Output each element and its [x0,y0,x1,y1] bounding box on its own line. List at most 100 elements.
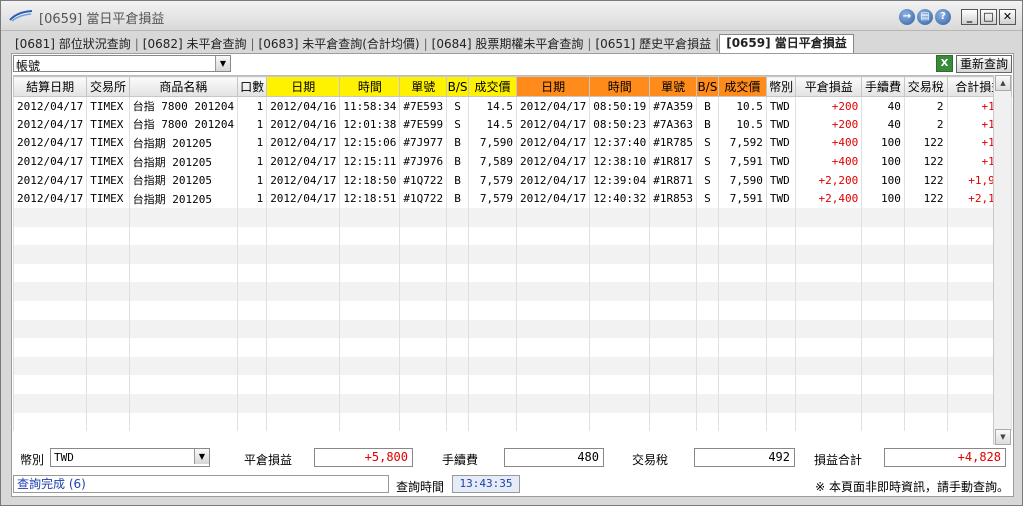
table-row[interactable] [13,375,1012,394]
table-row[interactable]: 2012/04/17 TIMEX 台指 7800 201204 1 2012/04/16… [13,115,1012,134]
column-header[interactable]: 時間 [589,76,651,97]
table-cell: TWD [765,170,797,190]
column-header[interactable]: 日期 [266,76,341,97]
print-icon[interactable]: ▤ [917,9,933,25]
table-cell [516,375,591,394]
table-cell [13,301,88,320]
column-header[interactable]: 幣別 [765,76,797,97]
column-header[interactable]: 交易稅 [903,76,948,97]
vertical-scrollbar[interactable]: ▲ ▼ [993,75,1011,445]
column-header[interactable]: 口數 [237,76,268,97]
tab-0683[interactable]: [0683] 未平倉查詢(合計均價) [255,36,424,53]
export-icon[interactable]: → [899,9,915,25]
table-cell [765,301,797,320]
help-icon[interactable]: ? [935,9,951,25]
table-cell [649,301,697,320]
tab-0682[interactable]: [0682] 未平倉查詢 [139,36,251,53]
table-row[interactable] [13,338,1012,357]
tab-0651[interactable]: [0651] 歷史平倉損益 [591,36,715,53]
chevron-down-icon[interactable]: ▼ [194,449,209,464]
currency-label: 幣別 [20,453,45,467]
table-row[interactable]: 2012/04/17 TIMEX 台指期 201205 1 2012/04/17 12:1… [13,133,1012,153]
table-cell [399,301,448,320]
table-cell: 122 [903,133,948,153]
table-cell: S [696,133,719,153]
table-row[interactable] [13,356,1012,376]
table-row[interactable] [13,412,1012,432]
column-header[interactable]: 日期 [516,76,591,97]
table-cell [266,338,341,357]
table-row[interactable]: 2012/04/17 TIMEX 台指 7800 201204 1 2012/04/16… [13,96,1012,116]
column-header[interactable]: 結算日期 [13,76,88,97]
table-row[interactable] [13,208,1012,227]
table-cell [467,394,518,413]
chevron-down-icon[interactable]: ▼ [215,56,230,71]
scroll-up-icon[interactable]: ▲ [995,75,1011,91]
minimize-button[interactable]: _ [961,9,978,25]
tab-bar: [0681] 部位狀況查詢 | [0682] 未平倉查詢 | [0683] 未平倉查… [11,34,854,53]
table-row[interactable] [13,226,1012,246]
table-row[interactable]: 2012/04/17 TIMEX 台指期 201205 1 2012/04/17 12:1… [13,170,1012,190]
column-header[interactable]: 手續費 [861,76,905,97]
column-header[interactable]: 單號 [399,76,448,97]
table-row[interactable] [13,245,1012,264]
table-cell: 台指期 201205 [128,152,239,171]
table-cell [13,375,88,394]
column-header[interactable]: B/S [696,76,719,97]
column-header[interactable]: 商品名稱 [128,76,239,97]
column-header[interactable]: B/S [446,76,469,97]
table-cell [696,245,719,264]
table-cell [237,263,268,283]
table-row[interactable] [13,319,1012,339]
close-button[interactable]: ✕ [999,9,1016,25]
table-row[interactable] [13,394,1012,413]
table-cell [13,319,88,339]
table-cell [589,394,651,413]
table-cell: 2012/04/17 [516,96,591,116]
currency-select[interactable]: TWD ▼ [50,448,210,467]
table-cell [717,282,767,302]
title-bar: [0659] 當日平倉損益 → ▤ ? _ □ ✕ [1,1,1022,31]
table-cell [765,245,797,264]
requery-button[interactable]: 重新查詢 [956,55,1012,73]
tab-0681[interactable]: [0681] 部位狀況查詢 [11,36,135,53]
table-cell: #7E593 [399,96,448,116]
table-cell [13,208,88,227]
column-header[interactable]: 時間 [339,76,401,97]
table-row[interactable]: 2012/04/17 TIMEX 台指期 201205 1 2012/04/17 12:1… [13,189,1012,209]
column-header[interactable]: 成交價 [467,76,518,97]
table-cell [589,208,651,227]
table-cell [446,263,469,283]
tab-0659[interactable]: [0659] 當日平倉損益 [719,34,854,53]
scroll-down-icon[interactable]: ▼ [995,429,1011,445]
table-row[interactable]: 2012/04/17 TIMEX 台指期 201205 1 2012/04/17 12:1… [13,152,1012,171]
summary-bar: 幣別 TWD ▼ 平倉損益 +5,800 手續費 480 交易稅 492 損益合… [12,446,1015,470]
table-cell [399,226,448,246]
table-cell: 10.5 [717,96,767,116]
column-header[interactable]: 交易所 [86,76,130,97]
table-cell [765,338,797,357]
table-cell [399,282,448,302]
query-time-label: 查詢時間 [396,480,445,494]
column-header[interactable]: 平倉損益 [795,76,863,97]
table-cell [339,282,401,302]
app-window: [0659] 當日平倉損益 → ▤ ? _ □ ✕ [0681] 部位狀況查詢 |… [0,0,1023,506]
excel-icon[interactable]: X [936,55,953,72]
table-cell [399,394,448,413]
table-cell: 7,589 [467,152,518,171]
table-cell: 2012/04/17 [266,189,341,209]
table-row[interactable] [13,263,1012,283]
table-cell: +200 [795,115,863,134]
table-cell [717,338,767,357]
table-cell [903,412,948,432]
table-row[interactable] [13,282,1012,302]
table-cell: 7,591 [717,189,767,209]
account-select[interactable]: 帳號 ▼ [13,55,231,73]
column-header[interactable]: 單號 [649,76,697,97]
table-cell [765,375,797,394]
column-header[interactable]: 成交價 [717,76,767,97]
maximize-button[interactable]: □ [980,9,997,25]
table-row[interactable] [13,301,1012,320]
table-cell [861,301,905,320]
tab-0684[interactable]: [0684] 股票期權未平倉查詢 [428,36,588,53]
